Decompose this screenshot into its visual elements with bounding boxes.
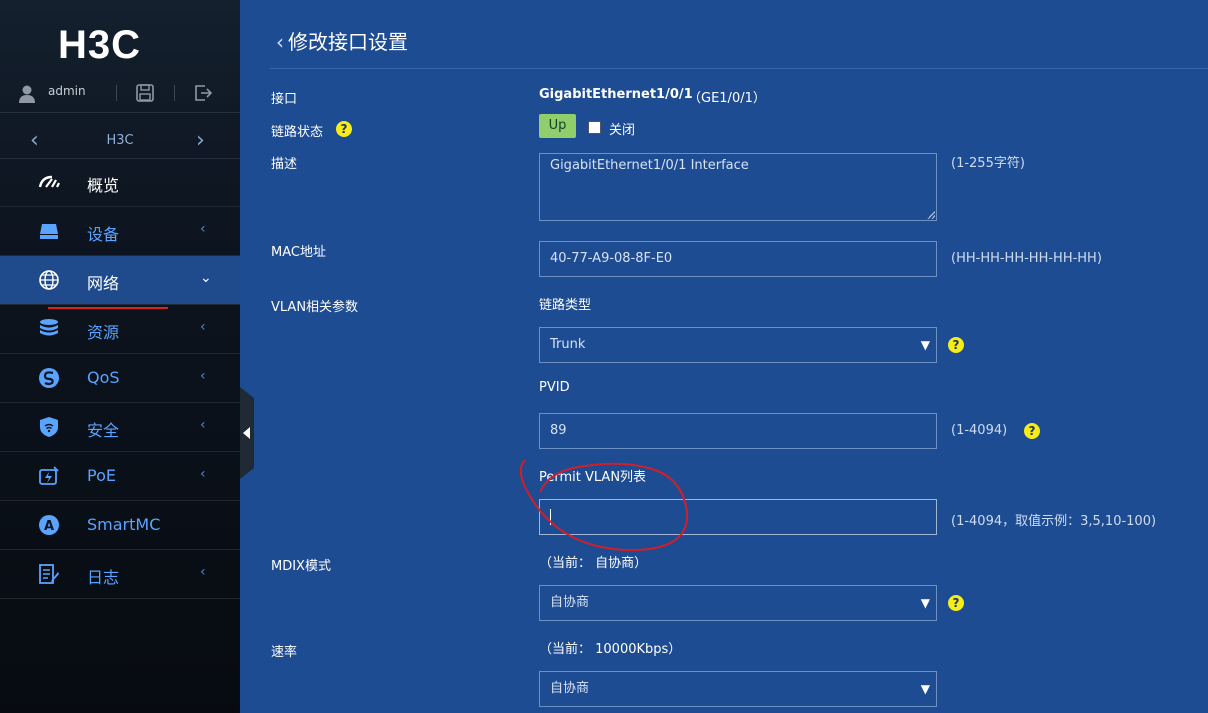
chevron-left-icon: ‹	[200, 368, 206, 384]
menu-label: 安全	[87, 421, 120, 440]
description-textarea[interactable]: GigabitEthernet1/0/1 Interface	[539, 153, 937, 221]
permit-vlan-label: Permit VLAN列表	[539, 470, 647, 485]
interface-label: 接口	[271, 92, 298, 107]
speed-select[interactable]: 自协商 ▼	[539, 671, 937, 707]
log-icon	[39, 564, 59, 584]
chevron-down-icon: ▼	[920, 682, 930, 696]
permit-vlan-input[interactable]	[539, 499, 937, 535]
pvid-value: 89	[550, 423, 567, 438]
speed-current: （当前： 10000Kbps）	[539, 642, 682, 657]
shield-icon	[40, 417, 58, 437]
user-bar: admin	[0, 76, 240, 113]
smartmc-icon: A	[39, 515, 59, 535]
menu-item-device[interactable]: 设备 ‹	[0, 207, 240, 256]
description-hint: (1-255字符)	[951, 156, 1025, 171]
sidebar: H3C admin ‹ H3C › 概览 设备 ‹ 网络 ⌄ 资源 ‹ QoS …	[0, 0, 240, 713]
speed-label: 速率	[271, 645, 298, 660]
chevron-down-icon: ⌄	[200, 270, 212, 286]
menu-item-network[interactable]: 网络 ⌄	[0, 256, 240, 305]
poe-icon	[39, 466, 59, 485]
save-icon[interactable]	[135, 83, 155, 103]
vlan-params-label: VLAN相关参数	[271, 300, 359, 315]
menu-label: 网络	[87, 274, 120, 293]
text-cursor	[550, 508, 551, 525]
menu-item-smartmc[interactable]: A SmartMC	[0, 501, 240, 550]
pvid-input[interactable]: 89	[539, 413, 937, 449]
description-value: GigabitEthernet1/0/1 Interface	[550, 158, 749, 173]
chevron-left-icon: ‹	[200, 417, 206, 433]
pvid-label: PVID	[539, 380, 570, 395]
divider	[116, 85, 117, 101]
chevron-left-icon: ‹	[200, 319, 206, 335]
mac-value: 40-77-A9-08-8F-E0	[550, 251, 673, 266]
menu-item-resource[interactable]: 资源 ‹	[0, 305, 240, 354]
menu-label: 设备	[87, 225, 120, 244]
link-type-value: Trunk	[550, 337, 586, 352]
database-icon	[40, 319, 58, 336]
divider	[270, 68, 1208, 69]
qos-icon	[39, 368, 59, 388]
menu-label: PoE	[87, 466, 116, 485]
shutdown-checkbox[interactable]	[588, 121, 601, 134]
help-icon[interactable]: ?	[948, 595, 964, 611]
interface-short-name: （GE1/0/1）	[688, 91, 766, 106]
page-title: ‹ 修改接口设置	[276, 26, 408, 55]
description-label: 描述	[271, 157, 298, 172]
svg-text:H3C: H3C	[58, 26, 141, 62]
h3c-logo: H3C	[58, 26, 141, 62]
mdix-select[interactable]: 自协商 ▼	[539, 585, 937, 621]
link-status-badge: Up	[539, 114, 576, 138]
shutdown-label: 关闭	[609, 123, 636, 138]
nav-menu: 概览 设备 ‹ 网络 ⌄ 资源 ‹ QoS ‹ 安全 ‹ PoE ‹ A Sma…	[0, 158, 240, 599]
menu-label: 资源	[87, 323, 120, 342]
link-state-label: 链路状态	[271, 125, 324, 140]
chevron-left-icon: ‹	[200, 564, 206, 580]
svg-text:A: A	[44, 519, 54, 534]
link-type-select[interactable]: Trunk ▼	[539, 327, 937, 363]
mdix-value: 自协商	[550, 595, 590, 610]
chevron-down-icon: ▼	[920, 338, 930, 352]
help-icon[interactable]: ?	[948, 337, 964, 353]
menu-label: 日志	[87, 568, 120, 587]
menu-item-qos[interactable]: QoS ‹	[0, 354, 240, 403]
mac-input[interactable]: 40-77-A9-08-8F-E0	[539, 241, 937, 277]
link-type-label: 链路类型	[539, 298, 592, 313]
dashboard-icon	[38, 175, 60, 188]
menu-label: 概览	[87, 176, 120, 195]
speed-value: 自协商	[550, 681, 590, 696]
logout-icon[interactable]	[193, 83, 213, 103]
mdix-current: （当前： 自协商）	[539, 556, 648, 571]
resize-handle-icon[interactable]	[927, 211, 935, 219]
mdix-label: MDIX模式	[271, 559, 331, 574]
chevron-down-icon: ▼	[920, 596, 930, 610]
interface-name: GigabitEthernet1/0/1	[539, 87, 693, 102]
divider	[174, 85, 175, 101]
caret-left-icon	[243, 427, 250, 439]
menu-item-log[interactable]: 日志 ‹	[0, 550, 240, 599]
menu-item-security[interactable]: 安全 ‹	[0, 403, 240, 452]
chevron-left-icon: ‹	[200, 466, 206, 482]
active-underline	[48, 307, 168, 309]
help-icon[interactable]: ?	[336, 121, 352, 137]
permit-vlan-hint: (1-4094，取值示例：3,5,10-100)	[951, 514, 1157, 529]
globe-icon	[39, 270, 59, 290]
chevron-left-icon: ‹	[200, 221, 206, 237]
mac-hint: (HH-HH-HH-HH-HH-HH)	[951, 251, 1102, 266]
help-icon[interactable]: ?	[1024, 423, 1040, 439]
menu-item-poe[interactable]: PoE ‹	[0, 452, 240, 501]
sidebar-collapse-button[interactable]	[240, 387, 254, 479]
next-device-button[interactable]: ›	[196, 128, 205, 153]
menu-item-overview[interactable]: 概览	[0, 158, 240, 207]
username[interactable]: admin	[48, 84, 86, 98]
device-icon	[40, 224, 58, 239]
page-title-text: 修改接口设置	[288, 30, 408, 54]
menu-label: SmartMC	[87, 515, 161, 534]
back-icon[interactable]: ‹	[276, 30, 284, 54]
pvid-hint: (1-4094)	[951, 423, 1008, 438]
menu-label: QoS	[87, 368, 120, 387]
mac-label: MAC地址	[271, 245, 326, 260]
device-switcher: ‹ H3C ›	[0, 122, 240, 159]
user-icon	[19, 85, 35, 103]
